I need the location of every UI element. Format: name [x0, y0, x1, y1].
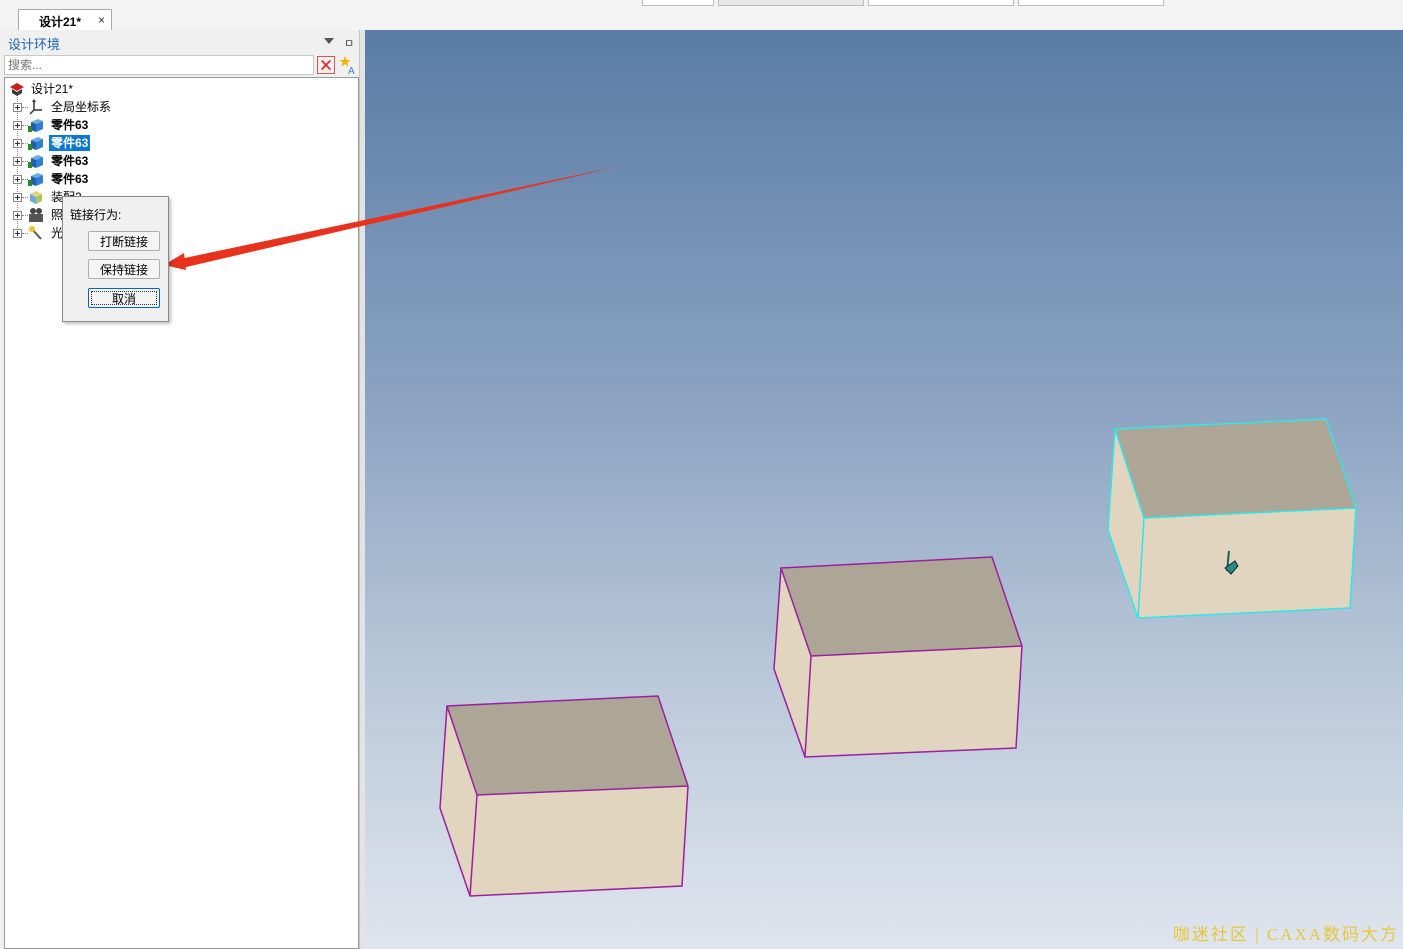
watermark: 咖迷社区 | CAXA数码大方	[1172, 925, 1399, 944]
clear-search-icon[interactable]	[317, 56, 335, 74]
close-icon[interactable]: ×	[98, 13, 105, 27]
link-behavior-dialog: 链接行为: 打断链接 保持链接 取消	[62, 196, 169, 322]
expand-icon[interactable]	[13, 193, 22, 202]
tree-item-label: 零件63	[51, 172, 89, 186]
pin-icon[interactable]: ㅁ	[344, 35, 354, 51]
expand-icon[interactable]	[13, 103, 22, 112]
part-icon	[28, 173, 43, 186]
design-environment-panel: 设计环境 ㅁ A 设计21* 全局坐标系	[0, 30, 362, 949]
tree-item-label: 零件63	[51, 154, 89, 168]
3d-scene	[439, 418, 1357, 897]
expand-icon[interactable]	[13, 157, 22, 166]
tree-item-label: 零件63	[51, 118, 89, 132]
toolbar-input[interactable]	[1018, 0, 1164, 6]
toolbar-input[interactable]	[868, 0, 1014, 6]
keep-link-button[interactable]: 保持链接	[88, 259, 160, 279]
part-icon	[28, 119, 43, 132]
expand-icon[interactable]	[13, 211, 22, 220]
dropdown-icon[interactable]	[324, 38, 334, 44]
light-icon	[29, 226, 42, 240]
tree-item-root[interactable]: 设计21*	[5, 80, 305, 98]
search-input[interactable]	[4, 55, 314, 75]
toolbar-combo[interactable]	[718, 0, 864, 6]
part-icon	[28, 155, 43, 168]
assembly-icon	[30, 191, 42, 204]
tree-item-coordinate-system[interactable]: 全局坐标系	[5, 98, 305, 116]
model-tree[interactable]: 设计21* 全局坐标系 零件63 零件63 零件63 零件63 照 光	[4, 77, 359, 949]
camera-icon	[29, 208, 43, 222]
svg-text:A: A	[348, 66, 355, 75]
filter-star-icon[interactable]: A	[339, 55, 359, 75]
3d-viewport[interactable]: 咖迷社区 | CAXA数码大方	[365, 30, 1403, 949]
expand-icon[interactable]	[13, 139, 22, 148]
part-icon	[28, 137, 43, 150]
tree-item-part[interactable]: 零件63	[5, 116, 305, 134]
expand-icon[interactable]	[13, 229, 22, 238]
break-link-button[interactable]: 打断链接	[88, 231, 160, 251]
expand-icon[interactable]	[13, 121, 22, 130]
dialog-title: 链接行为:	[70, 208, 122, 222]
part-box[interactable]	[773, 556, 1023, 758]
cancel-button[interactable]: 取消	[88, 288, 160, 308]
tree-item-part-selected[interactable]: 零件63	[5, 134, 305, 152]
tree-item-label: 全局坐标系	[51, 100, 112, 114]
design-root-icon	[10, 83, 24, 96]
panel-title: 设计环境	[8, 37, 61, 52]
tree-item-part[interactable]: 零件63	[5, 170, 305, 188]
toolbar-control[interactable]	[642, 0, 714, 6]
expand-icon[interactable]	[13, 175, 22, 184]
document-tab-bar: 设计21* ×	[0, 0, 1403, 30]
tree-item-part[interactable]: 零件63	[5, 152, 305, 170]
tree-item-label: 设计21*	[31, 82, 74, 96]
document-tab[interactable]: 设计21* ×	[18, 9, 112, 30]
document-tab-label: 设计21*	[39, 15, 82, 29]
coordinate-system-icon	[29, 99, 42, 115]
part-box[interactable]	[439, 695, 689, 897]
part-box-selected[interactable]	[1107, 418, 1357, 619]
tree-item-label: 零件63	[49, 135, 91, 151]
